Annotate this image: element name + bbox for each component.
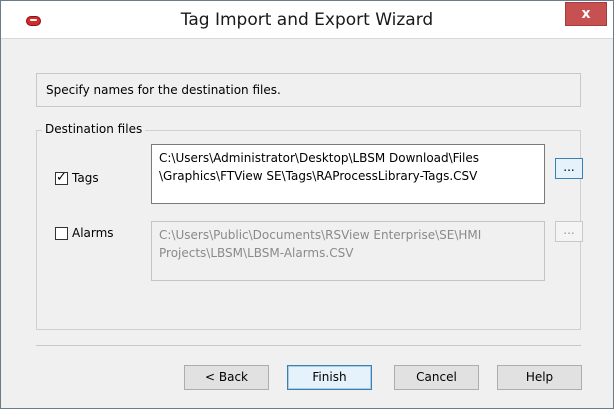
help-button[interactable]: Help bbox=[497, 365, 582, 390]
destination-files-label: Destination files bbox=[42, 122, 146, 136]
tags-path-line-2: \Graphics\FTView SE\Tags\RAProcessLibrar… bbox=[159, 169, 478, 183]
destination-files-group: Destination files Tags C:\Users\Administ… bbox=[36, 122, 583, 330]
wizard-window: Tag Import and Export Wizard x Specify n… bbox=[0, 0, 614, 409]
alarms-checkbox[interactable] bbox=[55, 226, 68, 240]
tags-browse-button[interactable]: ... bbox=[555, 158, 583, 179]
title-bar: Tag Import and Export Wizard x bbox=[1, 1, 613, 39]
footer-divider bbox=[36, 345, 581, 346]
window-title: Tag Import and Export Wizard bbox=[180, 10, 434, 30]
alarms-checkbox-row[interactable]: Alarms bbox=[55, 226, 114, 240]
alarms-path-field: C:\Users\Public\Documents\RSView Enterpr… bbox=[151, 221, 545, 281]
close-button[interactable]: x bbox=[565, 2, 607, 26]
instruction-panel: Specify names for the destination files. bbox=[36, 73, 581, 107]
alarms-label: Alarms bbox=[72, 226, 114, 240]
alarms-path-line-1: C:\Users\Public\Documents\RSView Enterpr… bbox=[159, 228, 482, 242]
tags-checkbox[interactable] bbox=[55, 170, 68, 185]
finish-button[interactable]: Finish bbox=[287, 365, 372, 390]
tags-path-line-1: C:\Users\Administrator\Desktop\LBSM Down… bbox=[159, 151, 480, 165]
back-button[interactable]: < Back bbox=[184, 365, 269, 390]
alarms-path-line-2: Projects\LBSM\LBSM-Alarms.CSV bbox=[159, 246, 354, 260]
tags-path-field[interactable]: C:\Users\Administrator\Desktop\LBSM Down… bbox=[151, 144, 545, 204]
tags-checkbox-row[interactable]: Tags bbox=[55, 170, 99, 185]
tags-label: Tags bbox=[72, 171, 99, 185]
alarms-browse-button: ... bbox=[555, 221, 583, 242]
instruction-text: Specify names for the destination files. bbox=[46, 83, 281, 97]
cancel-button[interactable]: Cancel bbox=[394, 365, 479, 390]
